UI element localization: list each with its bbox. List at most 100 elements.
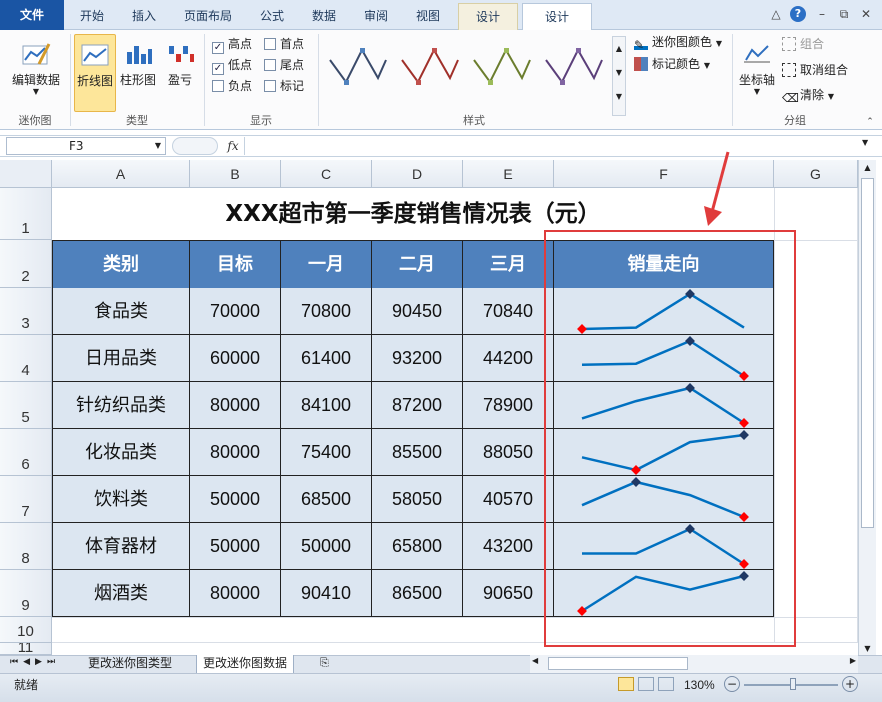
markers-checkbox[interactable]: 标记 — [264, 78, 304, 94]
row-header-9[interactable]: 9 — [0, 570, 52, 617]
cell-value[interactable]: 58050 — [372, 476, 463, 523]
insert-function-icon[interactable]: fx — [222, 137, 244, 155]
header-target[interactable]: 目标 — [190, 240, 281, 288]
select-all-corner[interactable] — [0, 160, 52, 188]
row-header-6[interactable]: 6 — [0, 429, 52, 476]
row-header-11[interactable]: 11 — [0, 643, 52, 655]
horizontal-scroll-thumb[interactable] — [548, 657, 688, 670]
style-swatch-3[interactable] — [468, 40, 534, 90]
chevron-up-icon[interactable]: ▲ — [859, 160, 876, 176]
cell-value[interactable]: 84100 — [281, 382, 372, 429]
column-header-b[interactable]: B — [190, 160, 281, 188]
cell-category[interactable]: 饮料类 — [52, 476, 190, 523]
name-box[interactable]: F3 ▼ — [6, 137, 166, 155]
cell-value[interactable]: 40570 — [463, 476, 554, 523]
cell-category[interactable]: 针纺织品类 — [52, 382, 190, 429]
cell-category[interactable]: 日用品类 — [52, 335, 190, 382]
cell-category[interactable]: 体育器材 — [52, 523, 190, 570]
axis-button[interactable]: 坐标轴 ▼ — [736, 34, 778, 96]
tab-sparkline-design[interactable]: 设计 — [522, 3, 592, 31]
cell-value[interactable]: 50000 — [190, 476, 281, 523]
column-header-g[interactable]: G — [774, 160, 858, 188]
row-header-8[interactable]: 8 — [0, 523, 52, 570]
cell-value[interactable]: 80000 — [190, 429, 281, 476]
cell-value[interactable]: 87200 — [372, 382, 463, 429]
horizontal-scrollbar[interactable]: ◀ ▶ — [530, 655, 858, 673]
chevron-down-icon[interactable]: ▼ — [862, 138, 868, 147]
cell-value[interactable]: 70840 — [463, 288, 554, 335]
cell-value[interactable]: 90650 — [463, 570, 554, 617]
cell-value[interactable]: 61400 — [281, 335, 372, 382]
chevron-down-icon[interactable]: ▼ — [859, 644, 876, 653]
clear-button[interactable]: ⌫清除 ▼ — [782, 86, 834, 105]
row-header-7[interactable]: 7 — [0, 476, 52, 523]
tab-page-layout[interactable]: 页面布局 — [172, 3, 244, 30]
normal-view-icon[interactable] — [618, 677, 634, 691]
zoom-slider-thumb[interactable] — [790, 678, 796, 690]
chevron-right-icon[interactable]: ▶ — [850, 656, 856, 665]
cell-value[interactable]: 70800 — [281, 288, 372, 335]
tab-file[interactable]: 文件 — [0, 0, 64, 30]
zoom-out-icon[interactable]: − — [724, 676, 740, 692]
header-march[interactable]: 三月 — [463, 240, 554, 288]
tab-insert[interactable]: 插入 — [120, 3, 168, 30]
cell-value[interactable]: 70000 — [190, 288, 281, 335]
formula-expand-handle[interactable] — [172, 137, 218, 155]
cell-category[interactable]: 烟酒类 — [52, 570, 190, 617]
tab-chart-design[interactable]: 设计 — [458, 3, 518, 30]
header-category[interactable]: 类别 — [52, 240, 190, 288]
sheet-nav-arrows-icon[interactable]: ⏮◀▶⏭ — [10, 657, 60, 667]
negative-point-checkbox[interactable]: 负点 — [212, 78, 252, 94]
cell-value[interactable]: 65800 — [372, 523, 463, 570]
zoom-in-icon[interactable]: + — [842, 676, 858, 692]
style-swatch-2[interactable] — [396, 40, 462, 90]
tab-review[interactable]: 审阅 — [352, 3, 400, 30]
formula-input[interactable] — [244, 137, 858, 155]
chevron-down-icon[interactable]: ▼ — [613, 61, 625, 85]
restore-icon[interactable]: ⧉ — [836, 6, 852, 22]
cell-value[interactable]: 50000 — [281, 523, 372, 570]
cell-value[interactable]: 86500 — [372, 570, 463, 617]
row-header-1[interactable]: 1 — [0, 188, 52, 240]
page-break-view-icon[interactable] — [658, 677, 674, 691]
cell-value[interactable]: 78900 — [463, 382, 554, 429]
row-header-5[interactable]: 5 — [0, 382, 52, 429]
edit-data-button[interactable]: 编辑数据 ▼ — [6, 34, 66, 96]
column-type-button[interactable]: 柱形图 — [118, 34, 158, 92]
last-point-checkbox[interactable]: 尾点 — [264, 57, 304, 73]
ungroup-button[interactable]: 取消组合 — [782, 61, 848, 79]
close-icon[interactable]: ✕ — [858, 6, 874, 22]
sparkline-color-button[interactable]: ✎ 迷你图颜色 ▼ — [634, 33, 722, 52]
cell-value[interactable]: 75400 — [281, 429, 372, 476]
line-type-button[interactable]: 折线图 — [74, 34, 116, 112]
zoom-level[interactable]: 130% — [684, 676, 715, 694]
tab-formulas[interactable]: 公式 — [248, 3, 296, 30]
high-point-checkbox[interactable]: ✓ 高点 — [212, 36, 252, 54]
cell-value[interactable]: 68500 — [281, 476, 372, 523]
chevron-down-icon[interactable]: ▼ — [155, 138, 161, 154]
row-header-10[interactable]: 10 — [0, 617, 52, 643]
cell-value[interactable]: 90450 — [372, 288, 463, 335]
insert-sheet-icon[interactable]: ⎘ — [320, 656, 329, 670]
winloss-type-button[interactable]: 盈亏 — [160, 34, 200, 92]
header-sales-trend[interactable]: 销量走向 — [554, 240, 774, 288]
collapse-ribbon-icon[interactable]: △ — [768, 6, 784, 22]
cell-value[interactable]: 60000 — [190, 335, 281, 382]
gallery-more-icon[interactable]: ▼ — [613, 85, 625, 109]
row-header-4[interactable]: 4 — [0, 335, 52, 382]
header-february[interactable]: 二月 — [372, 240, 463, 288]
column-header-d[interactable]: D — [372, 160, 463, 188]
row-header-3[interactable]: 3 — [0, 288, 52, 335]
page-layout-view-icon[interactable] — [638, 677, 654, 691]
cell-value[interactable]: 80000 — [190, 382, 281, 429]
vertical-scroll-thumb[interactable] — [861, 178, 874, 528]
cell-value[interactable]: 43200 — [463, 523, 554, 570]
column-header-c[interactable]: C — [281, 160, 372, 188]
row-header-2[interactable]: 2 — [0, 240, 52, 288]
group-button[interactable]: 组合 — [782, 35, 824, 53]
cell-value[interactable]: 88050 — [463, 429, 554, 476]
cell-value[interactable]: 44200 — [463, 335, 554, 382]
cell-category[interactable]: 化妆品类 — [52, 429, 190, 476]
cell-value[interactable]: 85500 — [372, 429, 463, 476]
tab-home[interactable]: 开始 — [68, 3, 116, 30]
